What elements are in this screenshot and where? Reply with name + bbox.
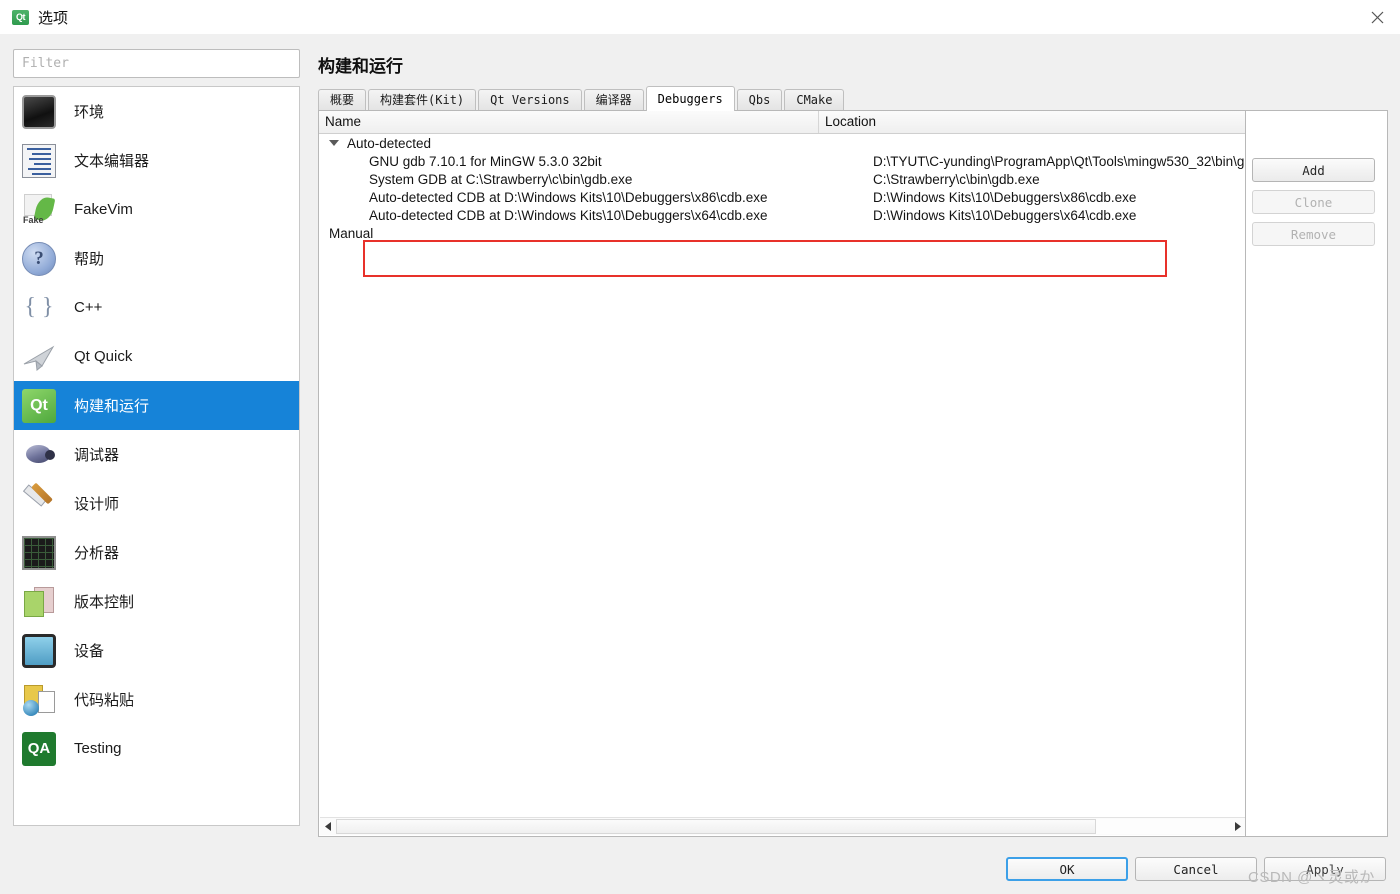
sidebar-item-label: 构建和运行 <box>74 398 150 415</box>
page-title: 构建和运行 <box>318 57 403 76</box>
row-name: GNU gdb 7.10.1 for MinGW 5.3.0 32bit <box>369 153 602 169</box>
sidebar-item-label: 分析器 <box>74 545 120 562</box>
scrollbar-track[interactable] <box>336 819 1230 834</box>
sidebar-item-label: 设备 <box>74 643 105 660</box>
row-location: C:\Strawberry\c\bin\gdb.exe <box>873 171 1040 187</box>
sidebar-item-environment[interactable]: 环境 <box>14 87 299 136</box>
cancel-button[interactable]: Cancel <box>1135 857 1257 881</box>
sidebar-item-qt-quick[interactable]: Qt Quick <box>14 332 299 381</box>
device-icon <box>22 633 56 668</box>
sidebar-item-label: 版本控制 <box>74 594 135 611</box>
text-editor-icon <box>22 143 56 178</box>
options-category-list[interactable]: 环境 文本编辑器 Fake FakeVim ? 帮助 { } C++ Qt Qu… <box>13 86 300 826</box>
group-label: Auto-detected <box>347 135 432 151</box>
debugger-actions: Add Clone Remove <box>1252 158 1375 254</box>
sidebar-item-label: C++ <box>74 299 103 316</box>
code-paste-icon <box>22 683 56 717</box>
sidebar-item-label: Testing <box>74 740 122 757</box>
sidebar-item-label: 设计师 <box>74 496 120 513</box>
column-header-location[interactable]: Location <box>819 111 1245 133</box>
sidebar-item-label: FakeVim <box>74 201 133 218</box>
row-location: D:\Windows Kits\10\Debuggers\x86\cdb.exe <box>873 189 1137 205</box>
scrollbar-thumb[interactable] <box>336 819 1096 834</box>
sidebar-item-build-and-run[interactable]: Qt 构建和运行 <box>14 381 299 430</box>
sidebar-item-cpp[interactable]: { } C++ <box>14 283 299 332</box>
row-name: System GDB at C:\Strawberry\c\bin\gdb.ex… <box>369 171 633 187</box>
table-row[interactable]: Auto-detected CDB at D:\Windows Kits\10\… <box>319 206 1245 224</box>
column-header-name[interactable]: Name <box>319 111 819 133</box>
qt-logo-icon: Qt <box>12 9 29 25</box>
table-group-row[interactable]: Manual <box>319 224 1245 242</box>
row-name: Auto-detected CDB at D:\Windows Kits\10\… <box>369 207 768 223</box>
tab-kits[interactable]: 构建套件(Kit) <box>368 89 477 111</box>
designer-icon <box>22 482 56 521</box>
bug-icon <box>22 438 56 472</box>
tab-qbs[interactable]: Qbs <box>736 89 783 111</box>
sidebar-item-label: 帮助 <box>74 251 105 268</box>
filter-input[interactable] <box>13 49 300 78</box>
sidebar-item-code-pasting[interactable]: 代码粘贴 <box>14 675 299 724</box>
row-location: D:\Windows Kits\10\Debuggers\x64\cdb.exe <box>873 207 1137 223</box>
tab-cmake[interactable]: CMake <box>784 89 845 111</box>
scroll-left-icon[interactable] <box>320 819 336 834</box>
sidebar-item-version-control[interactable]: 版本控制 <box>14 577 299 626</box>
sidebar-item-designer[interactable]: 设计师 <box>14 479 299 528</box>
sidebar-item-devices[interactable]: 设备 <box>14 626 299 675</box>
version-control-icon <box>22 585 56 619</box>
sidebar-item-label: 调试器 <box>74 447 120 464</box>
sidebar-item-text-editor[interactable]: 文本编辑器 <box>14 136 299 185</box>
title-bar: Qt 选项 <box>0 0 1400 35</box>
qtquick-icon <box>22 340 56 374</box>
scroll-right-icon[interactable] <box>1230 819 1245 834</box>
chevron-down-icon[interactable] <box>329 140 339 146</box>
group-name-cell: Auto-detected <box>319 136 829 151</box>
sidebar-item-debugger[interactable]: 调试器 <box>14 430 299 479</box>
table-row[interactable]: System GDB at C:\Strawberry\c\bin\gdb.ex… <box>319 170 1245 188</box>
clone-button: Clone <box>1252 190 1375 214</box>
monitor-icon <box>22 94 56 129</box>
table-header: Name Location <box>319 111 1245 134</box>
analyzer-icon <box>22 535 56 570</box>
sidebar-item-fakevim[interactable]: Fake FakeVim <box>14 185 299 234</box>
close-icon[interactable] <box>1354 0 1400 34</box>
tab-debuggers[interactable]: Debuggers <box>645 86 735 111</box>
add-button[interactable]: Add <box>1252 158 1375 182</box>
group-name-cell: Manual <box>319 226 829 241</box>
dialog-button-bar: OK Cancel Apply <box>0 844 1400 894</box>
table-row[interactable]: Auto-detected CDB at D:\Windows Kits\10\… <box>319 188 1245 206</box>
sidebar-item-label: 文本编辑器 <box>74 153 150 170</box>
sidebar-item-label: 环境 <box>74 104 105 121</box>
table-group-row[interactable]: Auto-detected <box>319 134 1245 152</box>
apply-button[interactable]: Apply <box>1264 857 1386 881</box>
sidebar-item-help[interactable]: ? 帮助 <box>14 234 299 283</box>
tab-overview[interactable]: 概要 <box>318 89 367 111</box>
horizontal-scrollbar[interactable] <box>320 817 1245 835</box>
tab-qt-versions[interactable]: Qt Versions <box>478 89 582 111</box>
braces-icon: { } <box>24 294 54 320</box>
options-dialog: 环境 文本编辑器 Fake FakeVim ? 帮助 { } C++ <box>0 34 1400 844</box>
sidebar-item-analyzer[interactable]: 分析器 <box>14 528 299 577</box>
remove-button: Remove <box>1252 222 1375 246</box>
tab-bar: 概要 构建套件(Kit) Qt Versions 编译器 Debuggers Q… <box>318 86 1388 111</box>
help-icon: ? <box>22 241 56 276</box>
window-title: 选项 <box>38 9 69 27</box>
row-location: D:\TYUT\C-yunding\ProgramApp\Qt\Tools\mi… <box>873 153 1245 169</box>
table-row[interactable]: GNU gdb 7.10.1 for MinGW 5.3.0 32bit D:\… <box>319 152 1245 170</box>
qa-icon: QA <box>22 731 56 766</box>
sidebar-item-label: Qt Quick <box>74 348 133 365</box>
sidebar-item-label: 代码粘贴 <box>74 692 135 709</box>
debuggers-table[interactable]: Name Location Auto-detected GNU gdb 7.10… <box>318 110 1246 837</box>
ok-button[interactable]: OK <box>1006 857 1128 881</box>
sidebar-item-testing[interactable]: QA Testing <box>14 724 299 773</box>
build-run-icon: Qt <box>22 388 56 423</box>
tab-compilers[interactable]: 编译器 <box>583 89 644 111</box>
fakevim-icon: Fake <box>22 193 56 227</box>
row-name: Auto-detected CDB at D:\Windows Kits\10\… <box>369 189 768 205</box>
group-label: Manual <box>329 225 374 241</box>
table-body: Auto-detected GNU gdb 7.10.1 for MinGW 5… <box>319 134 1245 242</box>
